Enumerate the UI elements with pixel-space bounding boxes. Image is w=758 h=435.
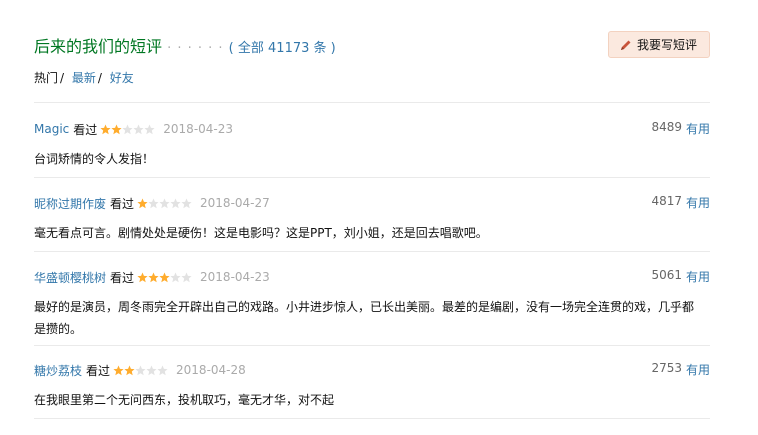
- comment-date: 2018-04-23: [163, 122, 234, 136]
- vote-count: 2753: [651, 361, 682, 375]
- star-empty-icon: [135, 364, 146, 375]
- comment-item: 糖炒荔枝 看过 2018-04-28 2753 有用 在我眼里第二个无问西东，投…: [34, 361, 710, 411]
- section-title-text: 后来的我们的短评: [34, 37, 163, 56]
- vote-count: 8489: [651, 120, 682, 134]
- rating-stars: [113, 364, 168, 376]
- pencil-icon: [620, 40, 631, 50]
- comment-meta: 糖炒荔枝 看过 2018-04-28: [34, 361, 710, 379]
- watch-status: 看过: [110, 196, 135, 211]
- comment-date: 2018-04-28: [176, 363, 246, 377]
- useful-button[interactable]: 有用: [686, 361, 710, 378]
- useful-button[interactable]: 有用: [686, 194, 710, 211]
- write-comment-button[interactable]: 我要写短评: [607, 31, 710, 58]
- title-dots: · · · · · ·: [167, 41, 224, 56]
- comment-meta: 昵称过期作废 看过 2018-04-27: [34, 194, 710, 212]
- star-empty-icon: [146, 364, 157, 375]
- watch-status: 看过: [86, 363, 111, 378]
- star-filled-icon: [113, 364, 124, 375]
- tab-separator: /: [60, 71, 65, 85]
- vote-area: 8489 有用: [651, 120, 710, 137]
- comment-date: 2018-04-27: [200, 196, 270, 210]
- comment-meta: Magic 看过 2018-04-23: [34, 120, 710, 138]
- vote-count: 4817: [651, 194, 682, 208]
- star-empty-icon: [133, 123, 144, 134]
- total-close-paren: ): [326, 41, 336, 56]
- comment-date: 2018-04-23: [200, 270, 270, 284]
- star-empty-icon: [122, 123, 133, 134]
- sort-tabs: 热门 / 最新 / 好友: [34, 69, 134, 86]
- star-empty-icon: [144, 123, 155, 134]
- comment-meta: 华盛顿樱桃树 看过 2018-04-23: [34, 268, 710, 286]
- tab-hot[interactable]: 热门: [34, 71, 58, 85]
- comments-header: 后来的我们的短评 · · · · · · ( 全部 41173 条 ) 我要写短…: [34, 31, 710, 61]
- star-filled-icon: [124, 364, 135, 375]
- star-filled-icon: [111, 123, 122, 134]
- vote-count: 5061: [651, 268, 682, 282]
- divider: [34, 418, 710, 419]
- comment-content: 毫无看点可言。剧情处处是硬伤！这是电影吗？这是PPT，刘小姐，还是回去唱歌吧。: [34, 226, 488, 240]
- watch-status: 看过: [73, 122, 98, 137]
- star-empty-icon: [159, 197, 170, 208]
- rating-stars: [137, 197, 192, 209]
- all-comments-link[interactable]: 全部 41173 条: [238, 41, 327, 56]
- star-filled-icon: [137, 197, 148, 208]
- comment-item: 华盛顿樱桃树 看过 2018-04-23 5061 有用 最好的是演员，周冬雨完…: [34, 268, 710, 340]
- useful-button[interactable]: 有用: [686, 120, 710, 137]
- comment-item: Magic 看过 2018-04-23 8489 有用 台词矫情的令人发指！: [34, 120, 710, 170]
- vote-area: 2753 有用: [651, 361, 710, 378]
- tab-separator: /: [97, 71, 102, 85]
- comment-user-link[interactable]: 华盛顿樱桃树: [34, 269, 106, 286]
- divider: [34, 102, 710, 103]
- star-filled-icon: [100, 123, 111, 134]
- comment-content: 最好的是演员，周冬雨完全开辟出自己的戏路。小井进步惊人，已长出美丽。最差的是编剧…: [34, 300, 695, 336]
- star-empty-icon: [181, 197, 192, 208]
- rating-stars: [100, 123, 155, 135]
- divider: [34, 251, 710, 252]
- divider: [34, 177, 710, 178]
- star-filled-icon: [148, 271, 159, 282]
- total-count: ( 全部 41173 条 ): [229, 41, 336, 56]
- tab-latest[interactable]: 最新: [72, 71, 96, 85]
- star-empty-icon: [181, 271, 192, 282]
- comment-user-link[interactable]: Magic: [34, 122, 69, 136]
- vote-area: 4817 有用: [651, 194, 710, 211]
- divider: [34, 345, 710, 346]
- star-filled-icon: [137, 271, 148, 282]
- star-empty-icon: [157, 364, 168, 375]
- comment-user-link[interactable]: 糖炒荔枝: [34, 362, 82, 379]
- write-comment-label: 我要写短评: [636, 38, 697, 52]
- rating-stars: [137, 271, 192, 283]
- star-empty-icon: [148, 197, 159, 208]
- star-empty-icon: [170, 271, 181, 282]
- comment-item: 昵称过期作废 看过 2018-04-27 4817 有用 毫无看点可言。剧情处处…: [34, 194, 710, 244]
- section-title: 后来的我们的短评 · · · · · · ( 全部 41173 条 ): [34, 33, 336, 57]
- comment-user-link[interactable]: 昵称过期作废: [34, 195, 106, 212]
- star-empty-icon: [170, 197, 181, 208]
- star-filled-icon: [159, 271, 170, 282]
- tab-friends[interactable]: 好友: [110, 71, 134, 85]
- comment-content: 在我眼里第二个无问西东，投机取巧，毫无才华，对不起: [34, 393, 335, 407]
- vote-area: 5061 有用: [651, 268, 710, 285]
- watch-status: 看过: [110, 270, 135, 285]
- useful-button[interactable]: 有用: [686, 268, 710, 285]
- comment-content: 台词矫情的令人发指！: [34, 152, 155, 166]
- total-open-paren: (: [228, 41, 238, 56]
